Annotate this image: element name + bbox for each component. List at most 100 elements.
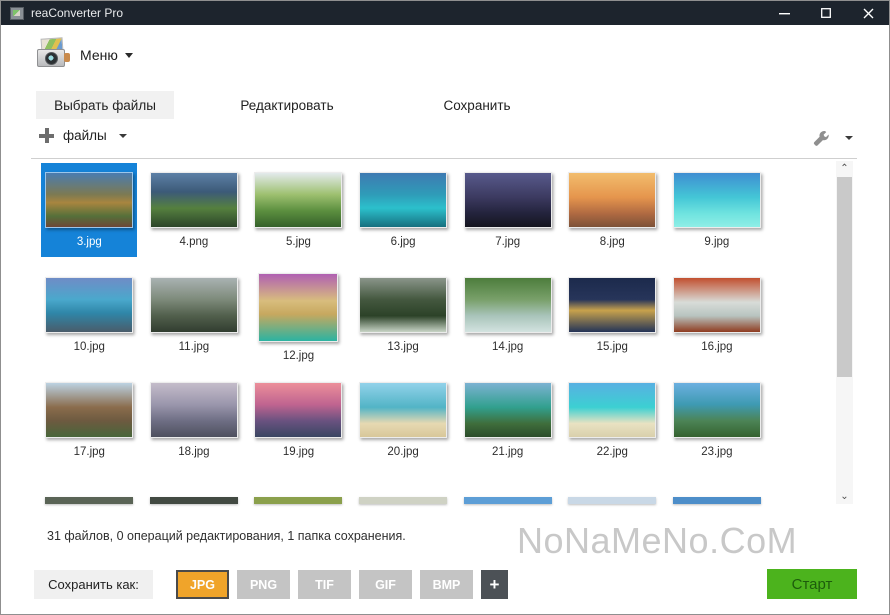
partial-thumbnail-row [37,497,771,504]
grid-cell: 12.jpg [246,268,351,373]
file-tile[interactable]: 21.jpg [460,373,556,467]
file-tile[interactable]: 13.jpg [355,268,451,362]
file-tile[interactable]: 3.jpg [41,163,137,257]
tab-save[interactable]: Сохранить [422,91,532,119]
wrench-icon [813,130,829,146]
tab-select-files[interactable]: Выбрать файлы [36,91,174,119]
file-tile[interactable]: 22.jpg [564,373,660,467]
file-tile[interactable]: 4.png [146,163,242,257]
format-button-bmp[interactable]: BMP [420,570,473,599]
scrollbar-thumb[interactable] [837,177,852,377]
file-tile[interactable]: 6.jpg [355,163,451,257]
save-as-button[interactable]: Сохранить как: [34,570,153,599]
grid-cell: 16.jpg [665,268,770,373]
file-name-label: 23.jpg [701,446,732,458]
maximize-button[interactable] [805,1,847,25]
file-name-label: 14.jpg [492,341,523,353]
menu-button[interactable]: Меню [80,47,133,63]
file-tile[interactable]: 17.jpg [41,373,137,467]
file-tile[interactable]: 15.jpg [564,268,660,362]
file-name-label: 22.jpg [597,446,628,458]
grid-cell: 14.jpg [455,268,560,373]
format-button-gif[interactable]: GIF [359,570,412,599]
status-text: 31 файлов, 0 операций редактирования, 1 … [47,529,406,543]
grid-cell: 19.jpg [246,373,351,478]
file-thumbnail [568,172,656,228]
scroll-down-button[interactable]: ⌄ [836,489,853,504]
partial-thumbnail [568,497,656,504]
chevron-down-icon [845,136,853,140]
chevron-down-icon [119,134,127,138]
file-tile[interactable]: 5.jpg [250,163,346,257]
file-name-label: 4.png [180,236,209,248]
file-thumbnail [45,382,133,438]
file-name-label: 15.jpg [597,341,628,353]
file-thumbnail [45,172,133,228]
file-tile[interactable]: 16.jpg [669,268,765,362]
file-thumbnail [359,277,447,333]
file-thumbnail [464,277,552,333]
grid-cell: 4.png [142,163,247,268]
file-thumbnail [673,172,761,228]
file-tile[interactable]: 11.jpg [146,268,242,362]
grid-cell: 23.jpg [665,373,770,478]
close-button[interactable] [847,1,889,25]
file-name-label: 19.jpg [283,446,314,458]
file-name-label: 18.jpg [178,446,209,458]
window-title: reaConverter Pro [31,6,123,20]
file-name-label: 17.jpg [74,446,105,458]
plus-icon [39,128,54,143]
grid-cell: 21.jpg [455,373,560,478]
grid-cell: 5.jpg [246,163,351,268]
file-name-label: 10.jpg [74,341,105,353]
file-tile[interactable]: 8.jpg [564,163,660,257]
tools-menu-button[interactable] [813,130,853,146]
file-name-label: 11.jpg [179,341,209,353]
file-tile[interactable]: 23.jpg [669,373,765,467]
file-name-label: 12.jpg [283,350,314,362]
add-files-button[interactable]: файлы [39,128,127,143]
app-icon [10,7,24,20]
format-button-jpg[interactable]: JPG [176,570,229,599]
watermark-text: NoNaMeNo.CoM [517,520,797,562]
file-thumbnail [568,382,656,438]
format-button-tif[interactable]: TIF [298,570,351,599]
file-name-label: 21.jpg [492,446,523,458]
file-tile[interactable]: 9.jpg [669,163,765,257]
partial-thumbnail [150,497,238,504]
menu-label: Меню [80,47,118,63]
file-thumbnail [673,277,761,333]
grid-cell: 18.jpg [142,373,247,478]
file-name-label: 16.jpg [701,341,732,353]
file-thumbnail [45,277,133,333]
file-name-label: 20.jpg [387,446,418,458]
file-thumbnail [673,382,761,438]
grid-cell: 8.jpg [560,163,665,268]
file-thumbnail [150,172,238,228]
minimize-button[interactable] [763,1,805,25]
file-thumbnail [258,273,338,342]
partial-thumbnail [673,497,761,504]
file-tile[interactable]: 14.jpg [460,268,556,362]
grid-cell: 15.jpg [560,268,665,373]
file-name-label: 6.jpg [391,236,416,248]
file-name-label: 7.jpg [495,236,520,248]
file-name-label: 8.jpg [600,236,625,248]
file-tile[interactable]: 20.jpg [355,373,451,467]
tab-edit[interactable]: Редактировать [222,91,352,119]
file-tile[interactable]: 18.jpg [146,373,242,467]
file-tile[interactable]: 7.jpg [460,163,556,257]
scroll-up-button[interactable]: ⌃ [836,161,853,176]
divider [31,158,857,159]
file-tile[interactable]: 12.jpg [250,268,346,362]
format-button-png[interactable]: PNG [237,570,290,599]
add-format-button[interactable]: + [481,570,508,599]
file-tile[interactable]: 19.jpg [250,373,346,467]
vertical-scrollbar[interactable]: ⌃ ⌄ [836,161,853,504]
file-tile[interactable]: 10.jpg [41,268,137,362]
partial-thumbnail [254,497,342,504]
grid-cell: 3.jpg [37,163,142,268]
start-button[interactable]: Старт [767,569,857,599]
file-name-label: 9.jpg [704,236,729,248]
app-logo-icon[interactable] [35,37,71,73]
